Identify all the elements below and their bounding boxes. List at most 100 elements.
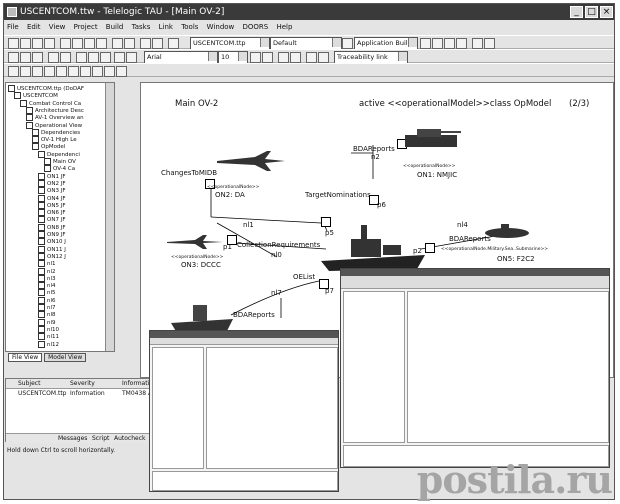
tree-node-icon	[38, 296, 45, 304]
toolbar-standard: USCENTCOM.ttp Default Application Builde…	[4, 35, 614, 50]
new-icon[interactable]	[8, 38, 19, 49]
menu-help[interactable]: Help	[273, 20, 295, 34]
zoom-out-icon[interactable]	[32, 52, 43, 63]
stop-icon[interactable]	[432, 38, 443, 49]
check-icon[interactable]	[472, 38, 483, 49]
label-nl7: nl7	[271, 289, 282, 297]
tree-node-icon	[38, 179, 45, 187]
label-n2: n2	[371, 153, 380, 161]
link-icon[interactable]	[250, 52, 261, 63]
tree-tabs: File View Model View	[8, 353, 114, 366]
menu-link[interactable]: Link	[156, 20, 176, 34]
italic-icon[interactable]	[88, 52, 99, 63]
cut-icon[interactable]	[60, 38, 71, 49]
tank-image	[405, 129, 461, 147]
tree-item-label: nl6	[47, 297, 56, 304]
maximize-button[interactable]: □	[585, 6, 598, 18]
message-row[interactable]: USCENTCOM.ttp Information TM0438 Al	[6, 389, 154, 398]
tree-item-label: nl10	[47, 326, 60, 333]
tab-messages[interactable]: Messages	[58, 435, 87, 442]
copy-icon[interactable]	[72, 38, 83, 49]
tree-item-label: Dependenci	[47, 151, 80, 158]
tree-node-icon	[38, 274, 45, 282]
debug-icon[interactable]	[444, 38, 455, 49]
tab-model-view[interactable]: Model View	[44, 353, 87, 362]
save-all-icon[interactable]	[44, 38, 55, 49]
tree-node-icon	[38, 304, 45, 311]
port-tool-icon[interactable]	[44, 66, 55, 77]
menu-doors[interactable]: DOORS	[240, 20, 272, 34]
lasso-tool-icon[interactable]	[20, 66, 31, 77]
menu-file[interactable]: File	[4, 20, 22, 34]
route-icon[interactable]	[290, 52, 301, 63]
text-color-icon[interactable]	[114, 52, 125, 63]
save-icon[interactable]	[32, 38, 43, 49]
tree-scrollbar[interactable]	[105, 83, 114, 351]
help-pointer-icon[interactable]	[168, 38, 179, 49]
tree-item-label: USCENTCOM	[23, 93, 58, 100]
on2-label: ON2: DA	[215, 191, 245, 199]
open-icon[interactable]	[20, 38, 31, 49]
col-subject[interactable]: Subject	[18, 380, 40, 387]
tab-file-view[interactable]: File View	[8, 353, 43, 362]
label-bda-reports-top: BDAReports	[353, 145, 395, 153]
tree-item[interactable]: nl12	[38, 340, 59, 349]
tree-node-icon	[38, 201, 45, 209]
report-icon[interactable]	[318, 52, 329, 63]
tree-item-label: Operational View	[35, 122, 83, 129]
text-tool-icon[interactable]	[92, 66, 103, 77]
tree-node-icon	[38, 223, 45, 231]
delete-icon[interactable]	[96, 38, 107, 49]
select-arrow-icon[interactable]	[8, 52, 19, 63]
message-tabs: Messages Script Autocheck	[6, 433, 154, 443]
options-icon[interactable]	[484, 38, 495, 49]
tree-item-label: OpModel	[41, 144, 66, 151]
minimize-button[interactable]: _	[570, 6, 583, 18]
needline-tool-icon[interactable]	[56, 66, 67, 77]
find-icon[interactable]	[140, 38, 151, 49]
tree-node-icon	[38, 216, 45, 224]
navigate-icon[interactable]	[262, 52, 273, 63]
diagram-page-number: (2/3)	[569, 99, 590, 109]
menu-window[interactable]: Window	[204, 20, 238, 34]
message-panel: Subject Severity Information USCENTCOM.t…	[5, 378, 157, 443]
print-icon[interactable]	[152, 38, 163, 49]
redo-icon[interactable]	[124, 38, 135, 49]
diagram-header: active <<operationalModel>>class OpModel	[359, 99, 552, 109]
layout-icon[interactable]	[278, 52, 289, 63]
undo-icon[interactable]	[112, 38, 123, 49]
menu-project[interactable]: Project	[71, 20, 101, 34]
label-nl4: nl4	[457, 221, 468, 229]
grid-icon[interactable]	[48, 52, 59, 63]
step-icon[interactable]	[456, 38, 467, 49]
underline-icon[interactable]	[100, 52, 111, 63]
tree-node-icon	[44, 165, 51, 173]
class-tool-icon[interactable]	[68, 66, 79, 77]
close-button[interactable]: ×	[600, 6, 613, 18]
pointer-tool-icon[interactable]	[8, 66, 19, 77]
tab-autocheck[interactable]: Autocheck	[114, 435, 146, 442]
note-tool-icon[interactable]	[80, 66, 91, 77]
bold-icon[interactable]	[76, 52, 87, 63]
tree-item-label: ON7 JF	[47, 217, 66, 224]
col-severity[interactable]: Severity	[70, 380, 95, 387]
dependency-tool-icon[interactable]	[116, 66, 127, 77]
zoom-in-icon[interactable]	[20, 52, 31, 63]
menu-tasks[interactable]: Tasks	[129, 20, 154, 34]
tree-item-label: ON6 JF	[47, 210, 66, 217]
node-tool-icon[interactable]	[32, 66, 43, 77]
align-icon[interactable]	[60, 52, 71, 63]
tab-script[interactable]: Script	[92, 435, 109, 442]
tree-node-icon	[32, 128, 39, 136]
build-icon[interactable]	[342, 38, 353, 49]
menu-tools[interactable]: Tools	[178, 20, 201, 34]
diagram-icon[interactable]	[306, 52, 317, 63]
paste-icon[interactable]	[84, 38, 95, 49]
tree-item-label: nl3	[47, 275, 56, 282]
menu-build[interactable]: Build	[103, 20, 127, 34]
menu-view[interactable]: View	[46, 20, 69, 34]
menu-edit[interactable]: Edit	[24, 20, 44, 34]
fill-color-icon[interactable]	[126, 52, 137, 63]
run-icon[interactable]	[420, 38, 431, 49]
image-tool-icon[interactable]	[104, 66, 115, 77]
